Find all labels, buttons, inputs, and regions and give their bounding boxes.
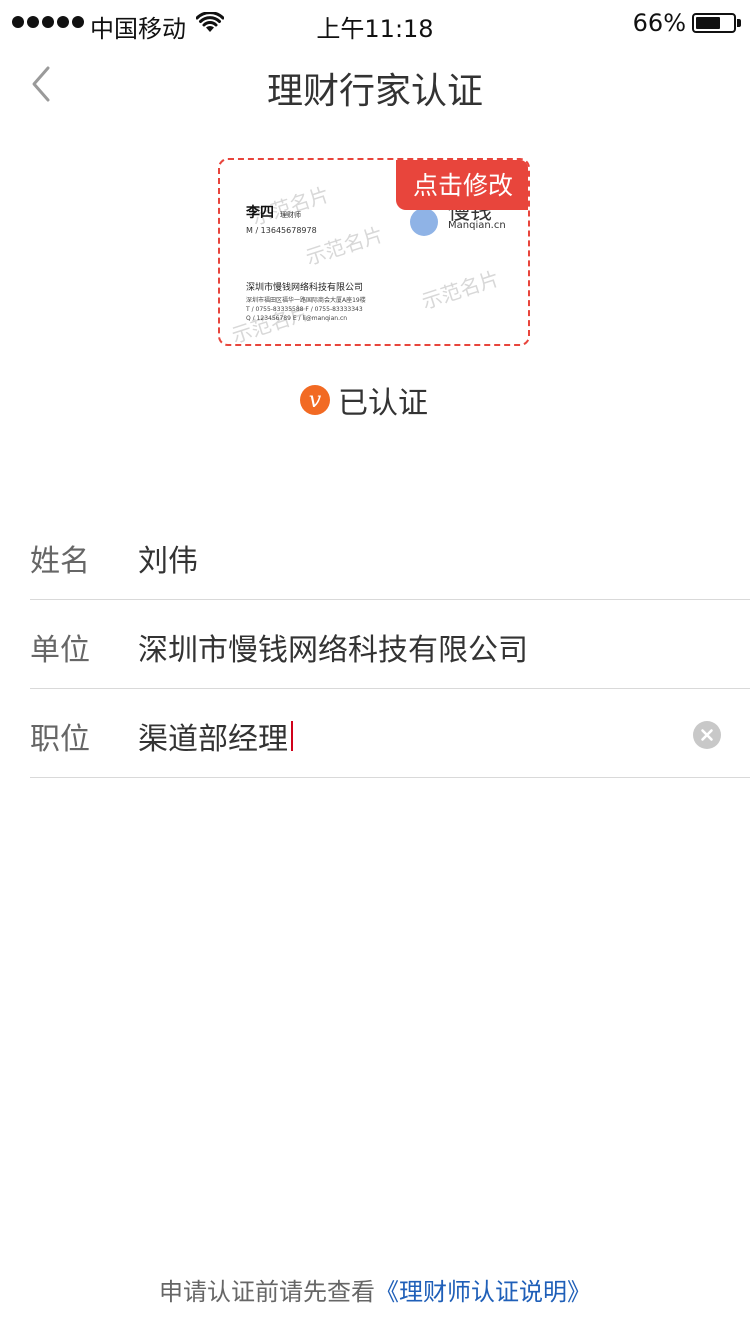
text-caret: [291, 721, 293, 751]
footer-prefix: 申请认证前请先查看: [159, 1278, 375, 1306]
verified-badge-icon: v: [300, 385, 330, 415]
card-person-name: 李四: [246, 205, 274, 221]
form-row-company: 单位 深圳市慢钱网络科技有限公司: [30, 601, 750, 689]
card-watermark: 示范名片: [418, 266, 503, 314]
page-title: 理财行家认证: [266, 71, 483, 112]
company-label: 单位: [30, 633, 90, 668]
status-bar: 中国移动 上午11:18 66%: [0, 0, 750, 48]
position-label: 职位: [30, 722, 90, 757]
certification-guide-link[interactable]: 《理财师认证说明》: [375, 1278, 591, 1306]
verified-label: 已认证: [338, 386, 428, 421]
card-address-line: 深圳市福田区福华一路国际商会大厦A座19楼: [246, 297, 366, 304]
clear-input-icon[interactable]: [693, 721, 721, 749]
footer-note: 申请认证前请先查看《理财师认证说明》: [0, 1272, 750, 1307]
name-value: 刘伟: [138, 544, 198, 579]
card-domain: Manqian.cn: [448, 220, 506, 231]
company-value: 深圳市慢钱网络科技有限公司: [138, 633, 528, 668]
card-contact-line: Q / 123456789 E / li@manqian.cn: [246, 315, 348, 322]
card-company: 深圳市慢钱网络科技有限公司: [246, 283, 364, 293]
nav-bar: 理财行家认证: [0, 48, 750, 124]
card-contact-line: T / 0755-83335588 F / 0755-83333343: [246, 306, 363, 313]
business-card-image[interactable]: 示范名片 示范名片 示范名片 示范名片 李四 理财师 M / 136456789…: [218, 158, 530, 346]
form-row-name: 姓名 刘伟: [30, 512, 750, 600]
battery-icon: [692, 13, 736, 33]
card-mobile: M / 13645678978: [246, 226, 317, 235]
name-field[interactable]: 刘伟: [138, 536, 198, 580]
verified-status: v 已认证: [300, 382, 428, 421]
company-field[interactable]: 深圳市慢钱网络科技有限公司: [138, 625, 528, 669]
battery-tip: [737, 19, 741, 27]
card-logo-icon: [410, 208, 438, 236]
form-row-position: 职位 渠道部经理: [30, 690, 750, 778]
name-label: 姓名: [30, 544, 90, 579]
position-value: 渠道部经理: [138, 722, 288, 757]
position-field[interactable]: 渠道部经理: [138, 714, 293, 758]
card-person-role: 理财师: [280, 211, 301, 219]
card-address: 深圳市福田区福华一路国际商会大厦A座19楼 T / 0755-83335588 …: [246, 296, 366, 323]
battery-percent: 66%: [632, 9, 686, 37]
edit-card-button[interactable]: 点击修改: [396, 160, 528, 210]
